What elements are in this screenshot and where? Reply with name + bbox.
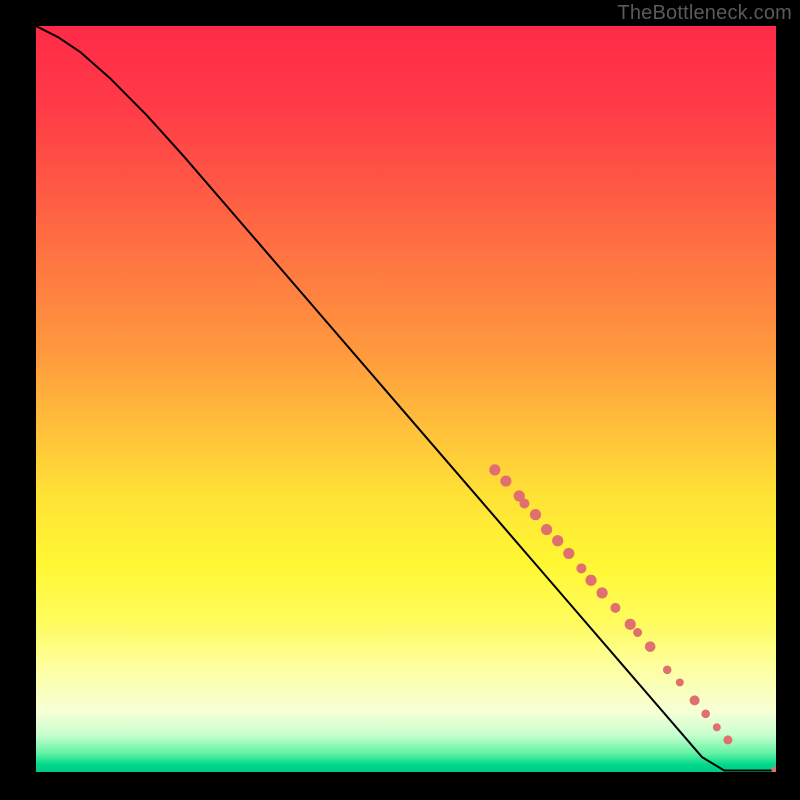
data-marker	[541, 524, 552, 535]
chart-frame: TheBottleneck.com	[0, 0, 800, 800]
data-marker	[663, 665, 672, 674]
data-marker	[625, 619, 636, 630]
data-marker	[701, 710, 710, 719]
bottleneck-curve	[36, 26, 776, 771]
data-marker	[563, 548, 574, 559]
plot-area	[36, 26, 776, 772]
data-marker	[610, 603, 620, 613]
data-marker	[772, 766, 777, 772]
data-marker	[530, 509, 541, 520]
data-marker	[576, 563, 586, 573]
data-marker	[676, 678, 684, 686]
data-marker	[690, 695, 700, 705]
data-marker	[597, 587, 608, 598]
data-marker	[723, 735, 732, 744]
data-marker	[500, 475, 511, 486]
data-marker	[585, 575, 596, 586]
data-marker	[489, 464, 500, 475]
data-markers	[489, 464, 776, 772]
data-marker	[633, 628, 642, 637]
data-marker	[552, 535, 563, 546]
watermark-text: TheBottleneck.com	[617, 2, 792, 25]
chart-svg	[36, 26, 776, 772]
data-marker	[645, 641, 656, 652]
data-marker	[713, 723, 721, 731]
data-marker	[519, 498, 529, 508]
